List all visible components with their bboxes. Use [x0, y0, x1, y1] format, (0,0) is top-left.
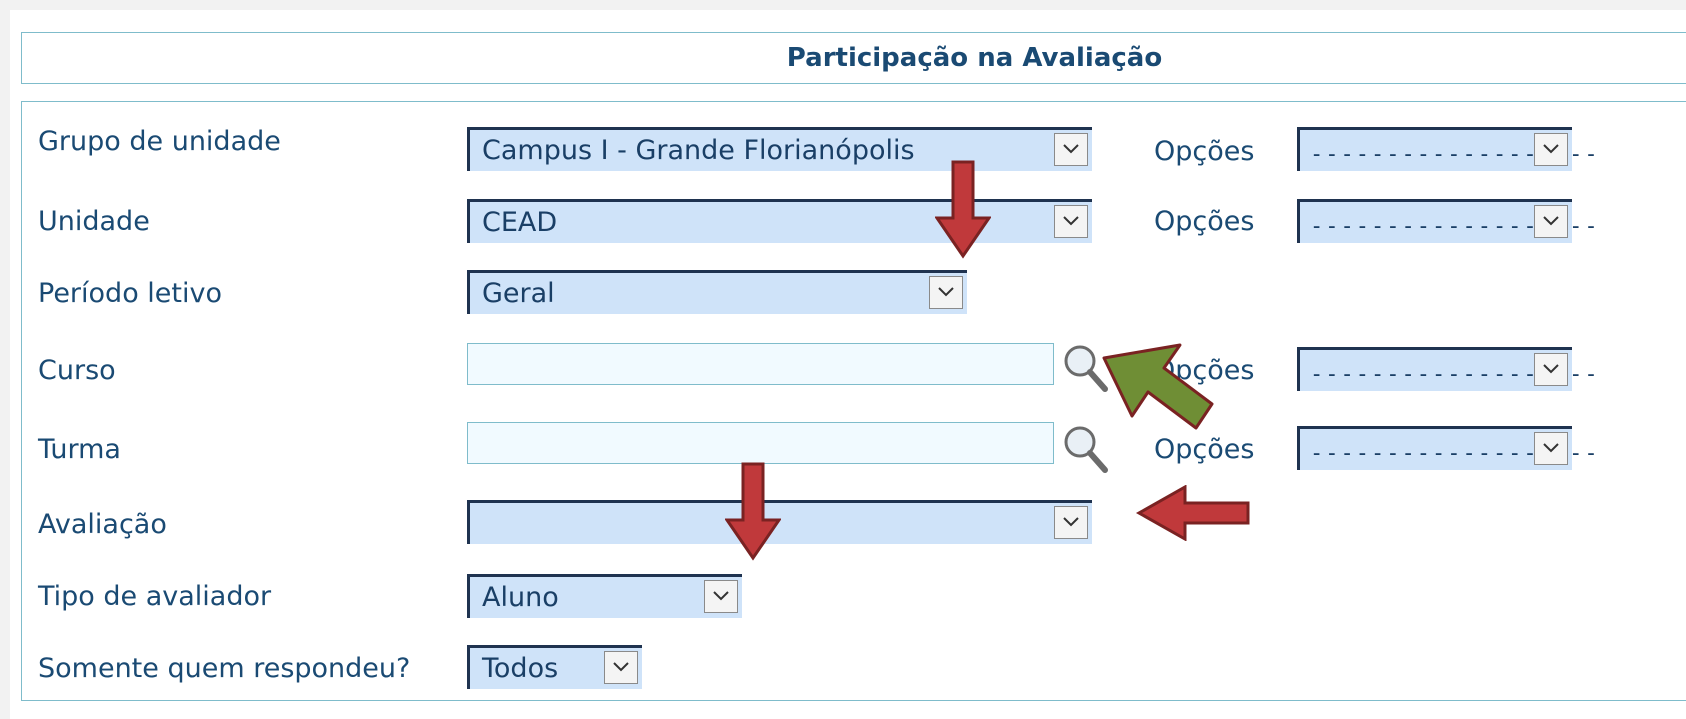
chevron-down-icon[interactable]	[1534, 205, 1568, 238]
tipo-select-value: Aluno	[482, 582, 559, 613]
arrow-left-icon	[1135, 485, 1250, 541]
curso-label: Curso	[38, 355, 116, 386]
periodo-label: Período letivo	[38, 278, 222, 309]
form-header: Participação na Avaliação	[21, 32, 1686, 84]
chevron-down-icon[interactable]	[704, 580, 738, 613]
tipo-select[interactable]: Aluno	[467, 574, 742, 618]
chevron-down-icon[interactable]	[1534, 353, 1568, 386]
unidade-select-value: CEAD	[482, 207, 558, 238]
arrow-down-icon	[935, 160, 991, 259]
periodo-select[interactable]: Geral	[467, 270, 967, 314]
chevron-down-icon[interactable]	[1054, 205, 1088, 238]
tipo-label: Tipo de avaliador	[38, 581, 272, 612]
grupo-select[interactable]: Campus I - Grande Florianópolis	[467, 127, 1092, 171]
chevron-down-icon[interactable]	[1054, 133, 1088, 166]
curso-options-select[interactable]: -------------------	[1297, 347, 1598, 391]
chevron-down-icon[interactable]	[929, 276, 963, 309]
unidade-select[interactable]: CEAD	[467, 199, 1092, 243]
grupo-options-label: Opções	[1154, 136, 1255, 167]
chevron-down-icon[interactable]	[1534, 133, 1568, 166]
unidade-options-label: Opções	[1154, 206, 1255, 237]
somente-label: Somente quem respondeu?	[38, 653, 411, 684]
turma-options-select[interactable]: -------------------	[1297, 426, 1598, 470]
turma-label: Turma	[38, 434, 121, 465]
page-title: Participação na Avaliação	[786, 43, 1163, 73]
turma-input[interactable]	[467, 422, 1054, 464]
unidade-label: Unidade	[38, 206, 150, 237]
unidade-options-select[interactable]: -------------------	[1297, 199, 1598, 243]
grupo-select-value: Campus I - Grande Florianópolis	[482, 135, 915, 166]
curso-input[interactable]	[467, 343, 1054, 385]
chevron-down-icon[interactable]	[604, 651, 638, 684]
chevron-down-icon[interactable]	[1054, 506, 1088, 539]
chevron-down-icon[interactable]	[1534, 432, 1568, 465]
avaliacao-label: Avaliação	[38, 509, 167, 540]
arrow-down-icon	[725, 462, 781, 561]
somente-select-value: Todos	[482, 653, 559, 684]
somente-select[interactable]: Todos	[467, 645, 642, 689]
grupo-label: Grupo de unidade	[38, 126, 281, 157]
periodo-select-value: Geral	[482, 278, 555, 309]
arrow-up-left-icon	[1102, 343, 1214, 430]
grupo-options-select[interactable]: -------------------	[1297, 127, 1598, 171]
